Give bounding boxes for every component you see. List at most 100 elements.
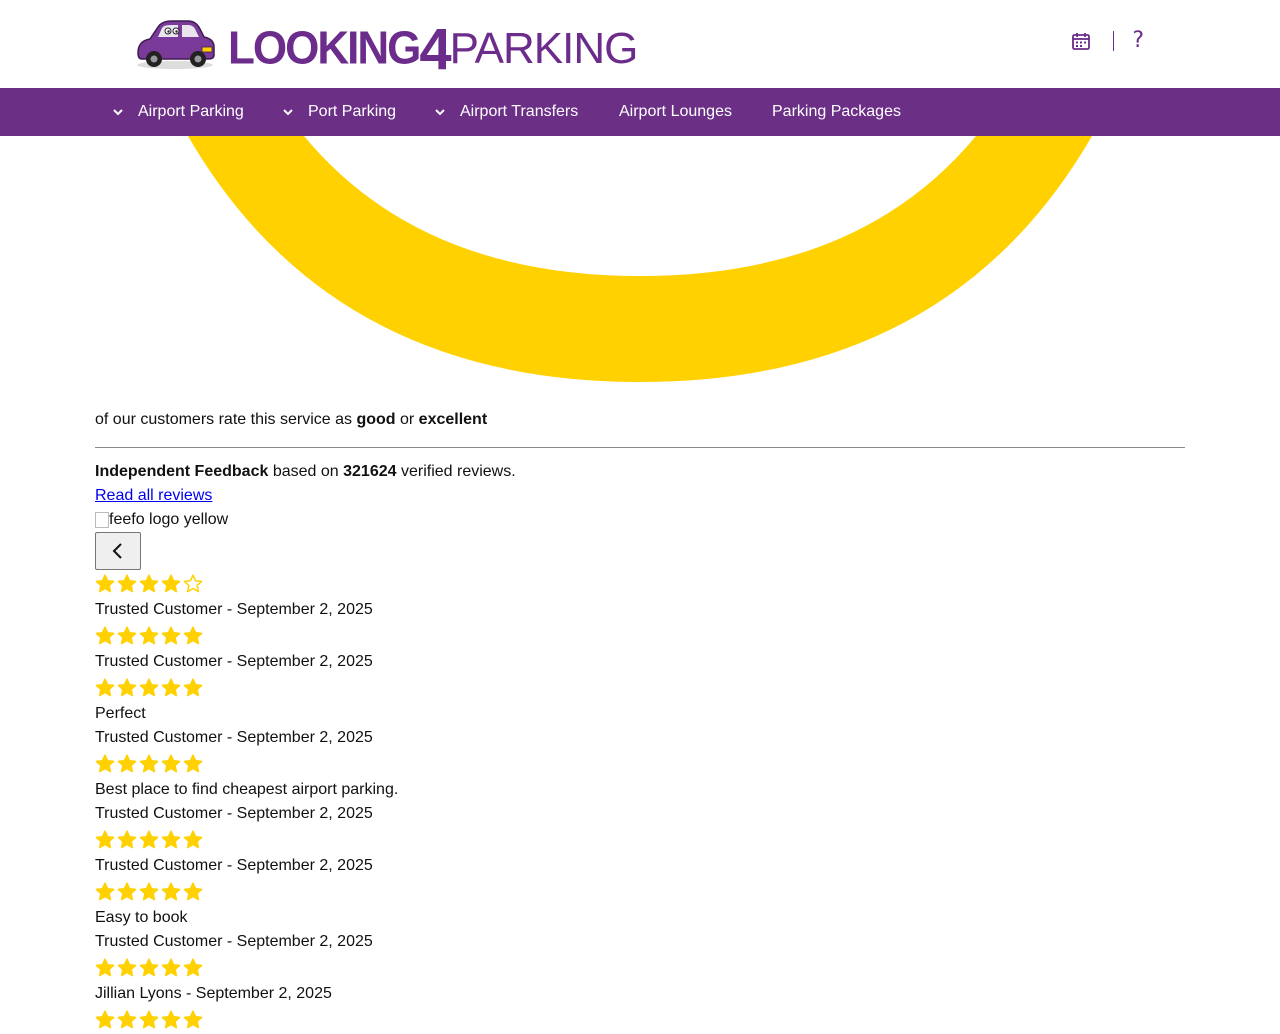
star-rating	[95, 570, 1185, 598]
nav-item-airport-parking[interactable]: Airport Parking	[112, 88, 244, 136]
nav-item-airport-transfers[interactable]: Airport Transfers	[434, 88, 578, 136]
star-filled-icon	[117, 830, 137, 849]
nav-item-airport-lounges[interactable]: Airport Lounges	[619, 88, 732, 136]
review-title: Perfect	[95, 705, 146, 722]
star-filled-icon	[117, 1010, 137, 1029]
feedback-based-on: based on	[272, 463, 339, 480]
star-filled-icon	[139, 882, 159, 901]
star-rating	[95, 750, 1185, 778]
chevron-down-icon	[113, 109, 123, 116]
star-filled-icon	[161, 678, 181, 697]
help-button[interactable]: ?	[1132, 30, 1144, 52]
star-filled-icon	[161, 958, 181, 977]
star-filled-icon	[139, 830, 159, 849]
logo-wordmark: LOOKING 4 PARKING	[228, 10, 639, 82]
review-item: Perfect Trusted Customer - September 2, 2…	[95, 674, 1185, 750]
star-filled-icon	[139, 754, 159, 773]
review-author-date: Jillian Lyons - September 2, 2025	[95, 985, 332, 1002]
star-filled-icon	[95, 678, 115, 697]
calendar-icon[interactable]	[1071, 31, 1091, 51]
review-item: Best place to find cheapest airport park…	[95, 750, 1185, 826]
star-filled-icon	[161, 626, 181, 645]
review-title: Easy to book	[95, 909, 188, 926]
nav-label: Airport Transfers	[460, 103, 579, 120]
site-logo[interactable]: LOOKING 4 PARKING	[132, 14, 638, 82]
nav-label: Airport Lounges	[619, 103, 732, 120]
star-filled-icon	[161, 830, 181, 849]
review-item: Easy to book Trusted Customer - September…	[95, 878, 1185, 954]
review-item	[95, 1006, 1185, 1034]
logo-four: 4	[419, 16, 451, 82]
star-filled-icon	[139, 574, 159, 593]
star-filled-icon	[183, 626, 203, 645]
review-count: 321624	[343, 463, 397, 480]
star-filled-icon	[139, 958, 159, 977]
feedback-title: Independent Feedback	[95, 463, 269, 480]
review-title: Best place to find cheapest airport park…	[95, 781, 399, 798]
read-all-reviews-link[interactable]: Read all reviews	[95, 484, 212, 508]
broken-image-icon	[95, 512, 109, 528]
review-list: Trusted Customer - September 2, 2025 Trus…	[95, 570, 1185, 1034]
star-rating	[95, 954, 1185, 982]
utility-separator	[1113, 31, 1115, 51]
star-empty-icon	[183, 574, 203, 593]
nav-item-port-parking[interactable]: Port Parking	[282, 88, 396, 136]
star-filled-icon	[161, 574, 181, 593]
feedback-section: of our customers rate this service as go…	[95, 408, 1185, 1034]
star-filled-icon	[117, 958, 137, 977]
feedback-summary: Independent Feedback based on 321624 ver…	[95, 460, 1185, 484]
star-filled-icon	[117, 574, 137, 593]
star-filled-icon	[95, 882, 115, 901]
rating-prefix: of our customers rate this service as	[95, 411, 352, 428]
star-filled-icon	[139, 678, 159, 697]
nav-label: Port Parking	[308, 103, 397, 120]
star-filled-icon	[161, 754, 181, 773]
star-rating	[95, 1006, 1185, 1034]
logo-looking: LOOKING	[228, 22, 421, 74]
star-filled-icon	[95, 958, 115, 977]
rating-good: good	[356, 411, 396, 428]
nav-item-parking-packages[interactable]: Parking Packages	[772, 88, 901, 136]
star-filled-icon	[95, 574, 115, 593]
rating-sentence: of our customers rate this service as go…	[95, 408, 1185, 432]
star-filled-icon	[117, 754, 137, 773]
review-author-date: Trusted Customer - September 2, 2025	[95, 729, 373, 746]
star-filled-icon	[183, 754, 203, 773]
star-filled-icon	[183, 1010, 203, 1029]
review-item: Trusted Customer - September 2, 2025	[95, 570, 1185, 622]
chevron-left-icon	[112, 543, 122, 559]
feefo-logo: feefo logo yellow	[95, 508, 1185, 532]
review-item: Trusted Customer - September 2, 2025	[95, 826, 1185, 878]
review-author-date: Trusted Customer - September 2, 2025	[95, 653, 373, 670]
star-filled-icon	[183, 678, 203, 697]
star-filled-icon	[95, 754, 115, 773]
feefo-logo-alt: feefo logo yellow	[109, 511, 229, 528]
chevron-down-icon	[283, 109, 293, 116]
star-filled-icon	[161, 882, 181, 901]
star-rating	[95, 878, 1185, 906]
chevron-down-icon	[435, 109, 445, 116]
review-item: Jillian Lyons - September 2, 2025	[95, 954, 1185, 1006]
main-nav: Airport Parking Port Parking Airport Tra…	[0, 88, 1280, 136]
review-author-date: Trusted Customer - September 2, 2025	[95, 857, 373, 874]
review-item: Trusted Customer - September 2, 2025	[95, 622, 1185, 674]
site-header: LOOKING 4 PARKING ?	[0, 0, 1280, 88]
star-filled-icon	[183, 882, 203, 901]
logo-parking: PARKING	[449, 23, 639, 73]
nav-label: Airport Parking	[138, 103, 244, 120]
star-rating	[95, 826, 1185, 854]
rating-ring-arc	[188, 136, 1092, 382]
star-filled-icon	[139, 1010, 159, 1029]
star-filled-icon	[183, 958, 203, 977]
star-filled-icon	[95, 626, 115, 645]
car-logo-icon	[137, 20, 215, 69]
review-author-date: Trusted Customer - September 2, 2025	[95, 933, 373, 950]
previous-review-button[interactable]	[95, 532, 141, 570]
star-filled-icon	[117, 678, 137, 697]
rating-excellent: excellent	[418, 411, 488, 428]
star-rating	[95, 622, 1185, 650]
rating-or: or	[399, 411, 415, 428]
review-author-date: Trusted Customer - September 2, 2025	[95, 601, 373, 618]
star-filled-icon	[139, 626, 159, 645]
star-filled-icon	[117, 882, 137, 901]
